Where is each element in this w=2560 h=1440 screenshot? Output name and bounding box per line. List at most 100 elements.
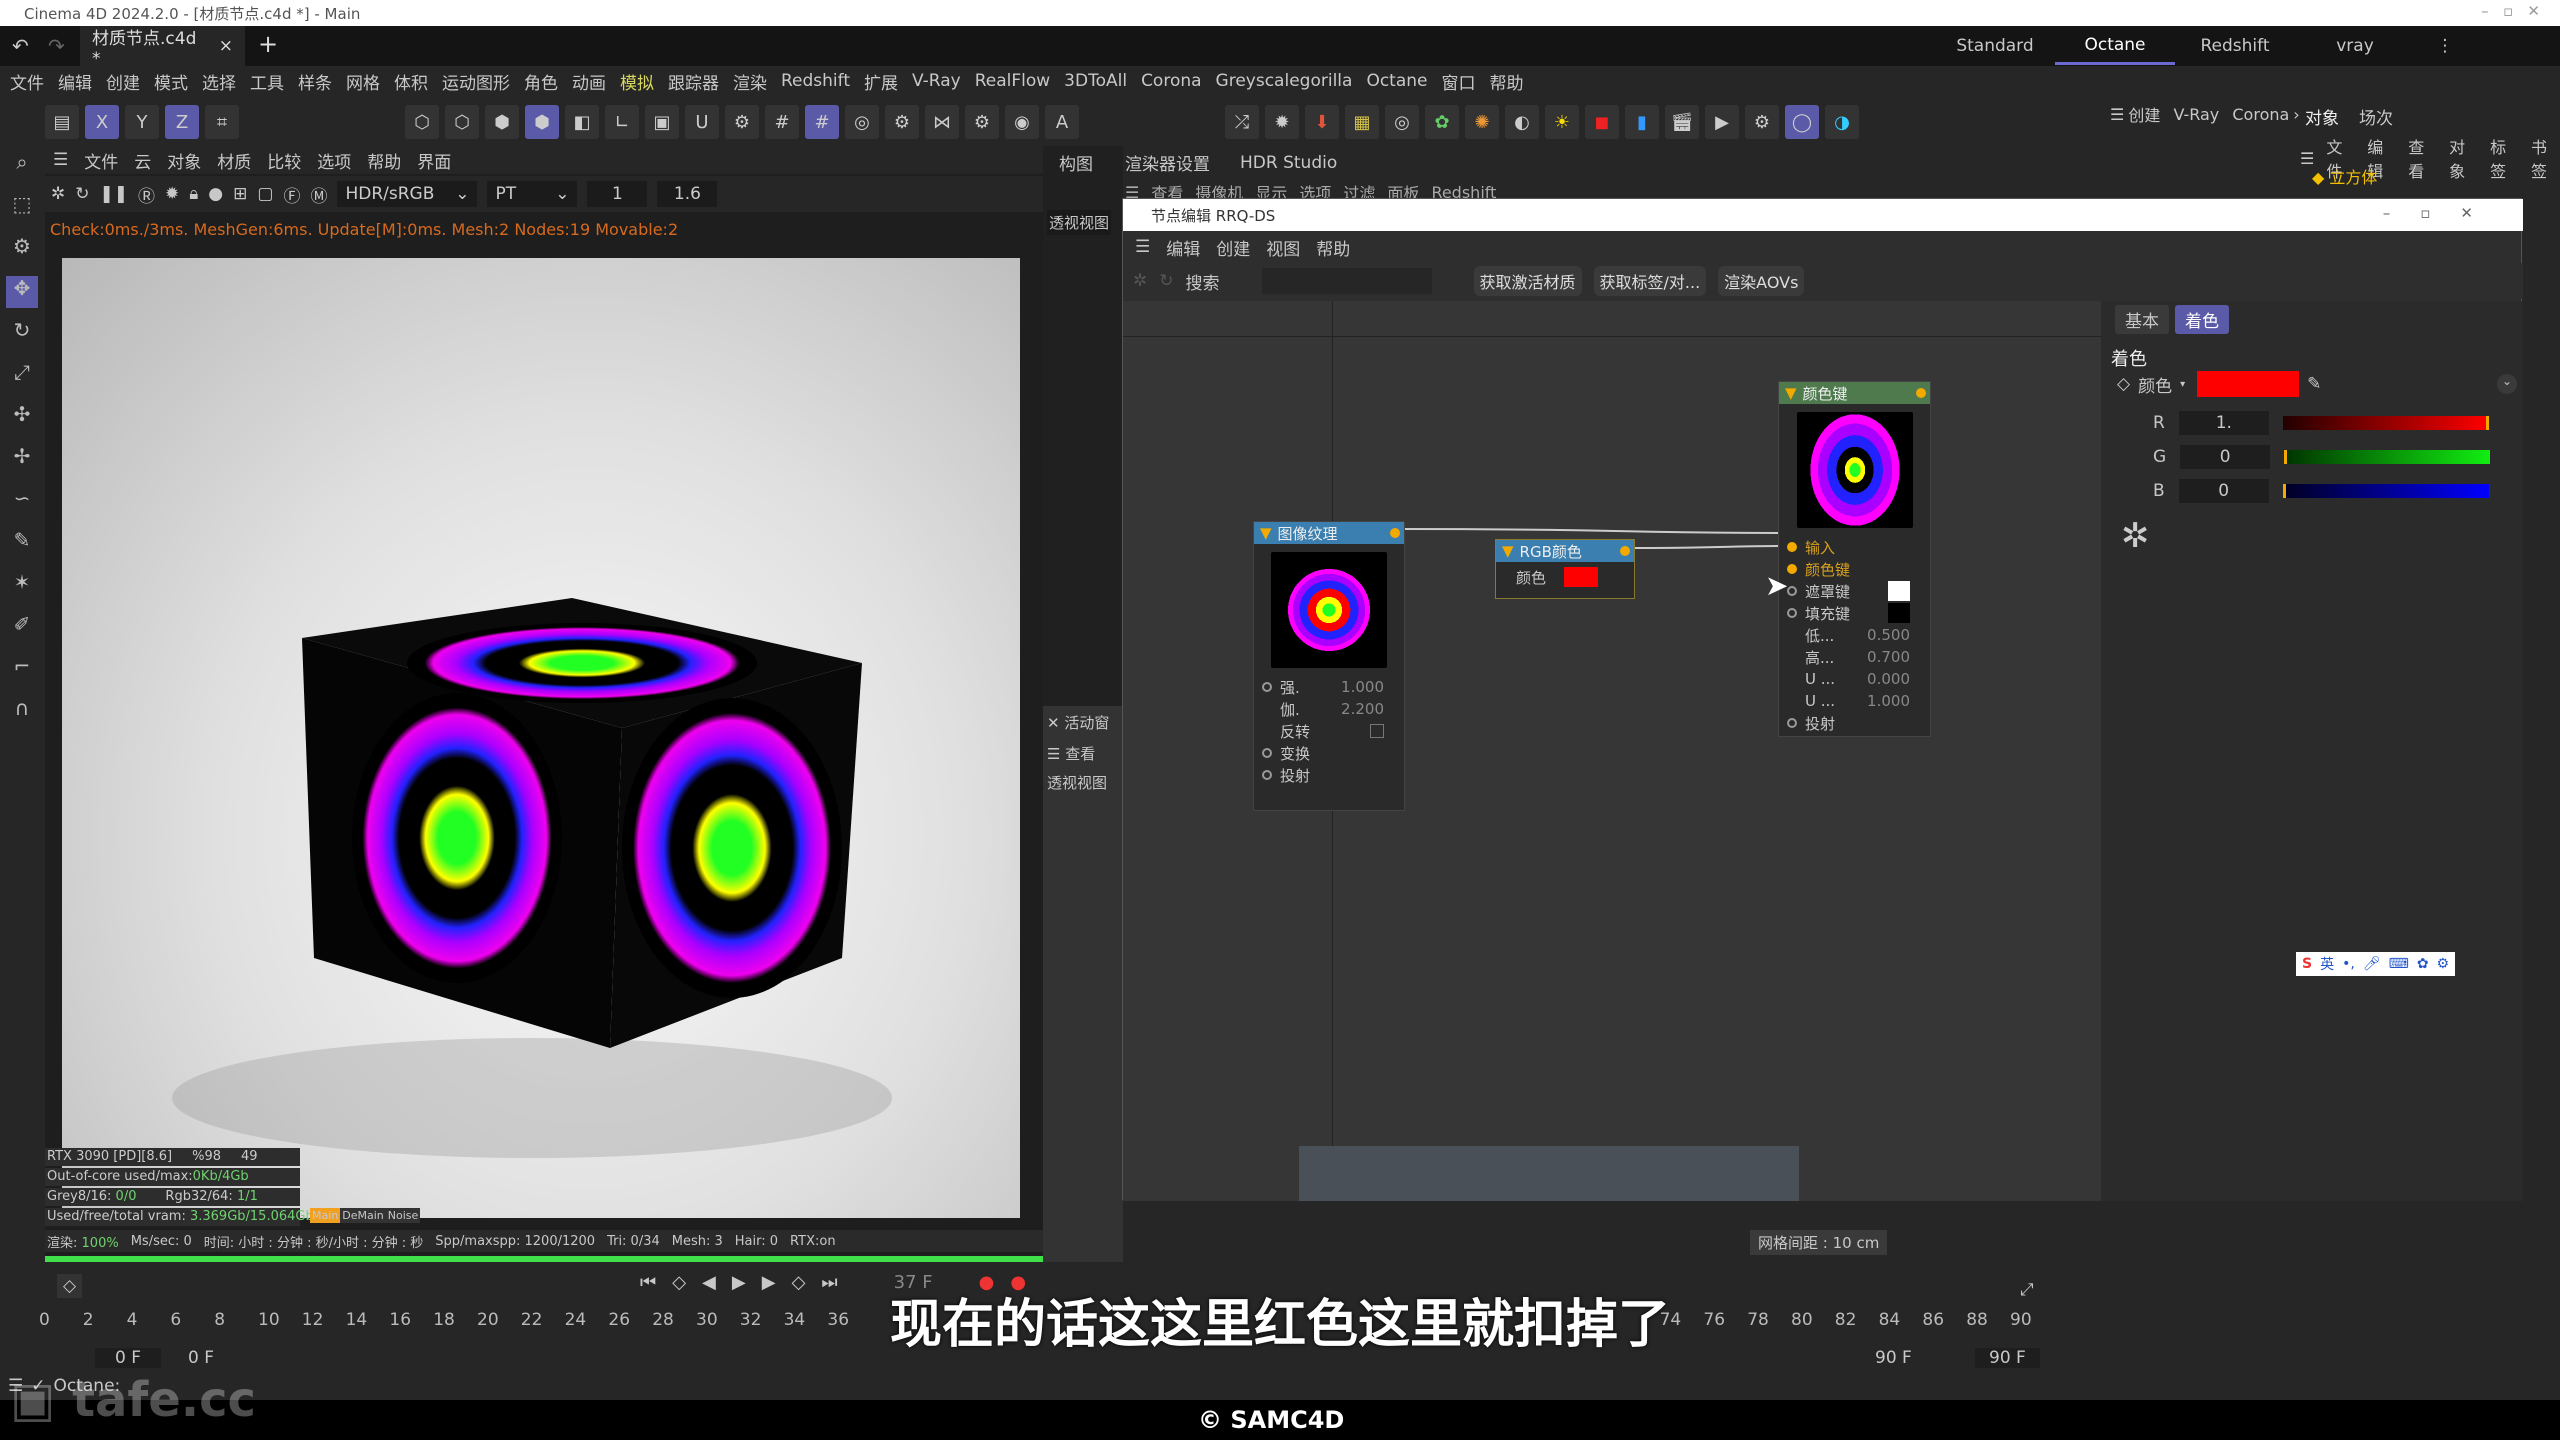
settings-icon[interactable]: ⚙	[6, 234, 38, 266]
buffer-tab-demain[interactable]: DeMain	[340, 1208, 386, 1223]
node-param-row[interactable]: 伽. 2.200	[1254, 698, 1404, 720]
r-slider[interactable]	[2282, 416, 2489, 430]
viewer-menu-item[interactable]: 界面	[417, 148, 451, 173]
menu-item[interactable]: 3DToAll	[1064, 71, 1127, 91]
kernel-select[interactable]: PT ⌄	[487, 181, 578, 207]
viewer-menu-item[interactable]: 云	[134, 148, 151, 173]
add-icon[interactable]: ⊞	[233, 184, 247, 204]
node-param-row[interactable]: 颜色键	[1779, 558, 1930, 580]
octane-fire-icon[interactable]: ✺	[1465, 105, 1499, 139]
layout-tab-redshift[interactable]: Redshift	[2175, 36, 2295, 56]
grid-icon[interactable]: #	[765, 105, 799, 139]
input-port[interactable]	[1787, 542, 1797, 552]
b-field[interactable]: 0	[2178, 479, 2269, 503]
menu-item[interactable]: 编辑	[58, 69, 92, 94]
menu-create[interactable]: 创建	[2128, 102, 2160, 126]
coordinate-system-icon[interactable]: ⌗	[205, 105, 239, 139]
menu-corona[interactable]: Corona	[2232, 105, 2289, 124]
menu-item[interactable]: V-Ray	[912, 71, 961, 91]
node-param-row[interactable]: 变换	[1254, 742, 1404, 764]
send-scene-icon[interactable]: ✲	[51, 184, 65, 204]
node-menu-item[interactable]: 编辑	[1166, 235, 1200, 260]
menu-item[interactable]: Greyscalegorilla	[1216, 71, 1353, 91]
octane-spotlight-icon[interactable]: ◐	[1505, 105, 1539, 139]
eyedropper-icon[interactable]: ✎	[2307, 374, 2321, 394]
param-value[interactable]: 1.000	[1341, 678, 1404, 696]
object-menu-item[interactable]: 对象	[2449, 134, 2478, 182]
pause-icon[interactable]: ❚❚	[100, 184, 129, 204]
key-swatch[interactable]	[1888, 603, 1910, 623]
restart-icon[interactable]: ↻	[75, 184, 89, 204]
node-editor-window-controls[interactable]: –▫✕	[2383, 204, 2503, 222]
key-swatch[interactable]	[1888, 581, 1910, 601]
tab-objects[interactable]: 对象	[2305, 104, 2339, 129]
octane-live-viewer-icon[interactable]: ◯	[1785, 105, 1819, 139]
param-value[interactable]: 2.200	[1341, 700, 1404, 718]
preview-start-frame[interactable]: 0 F	[188, 1348, 214, 1368]
octane-drop-icon[interactable]: ⬇	[1305, 105, 1339, 139]
symmetry-settings-icon[interactable]: ⚙	[965, 105, 999, 139]
rotate-icon[interactable]: ↻	[6, 318, 38, 350]
node-param-row[interactable]: U ... 1.000	[1779, 690, 1930, 712]
layout-tab-octane[interactable]: Octane	[2055, 28, 2175, 65]
collapse-icon[interactable]: ▼	[1502, 542, 1514, 560]
texture-icon[interactable]: ▣	[645, 105, 679, 139]
viewer-menu-item[interactable]: 文件	[84, 148, 118, 173]
view-icon[interactable]: ◉	[1005, 105, 1039, 139]
hamburger-icon[interactable]: ☰	[53, 150, 68, 170]
preview-end-frame[interactable]: 90 F	[1875, 1348, 1912, 1368]
tab-takes[interactable]: 场次	[2359, 104, 2393, 129]
snap-icon[interactable]: U	[685, 105, 719, 139]
search-icon[interactable]: ⌕	[6, 150, 38, 182]
expand-icon[interactable]: ⌄	[2497, 374, 2517, 394]
node-rgb-color[interactable]: ▼ RGB颜色 颜色	[1495, 539, 1635, 599]
node-param-row[interactable]: 投射	[1779, 712, 1930, 734]
octane-logo-icon[interactable]: ◑	[1825, 105, 1859, 139]
node-canvas[interactable]: ▼ 图像纹理 强. 1.000 伽. 2.200 反转 变换 投射 ▼ RGB颜色 颜色 ▼ 颜色…	[1123, 301, 2284, 1201]
viewer-menu-item[interactable]: 比较	[267, 148, 301, 173]
more-icon[interactable]: ⋮	[2415, 36, 2475, 56]
menu-item[interactable]: 模拟	[620, 69, 654, 94]
tab-render-settings[interactable]: 渲染器设置	[1125, 150, 1210, 175]
buffer-tab-noise[interactable]: Noise	[385, 1208, 421, 1223]
pen-icon[interactable]: ✎	[6, 528, 38, 560]
octane-target-icon[interactable]: ◎	[1385, 105, 1419, 139]
buffer-tab-main[interactable]: Main	[310, 1208, 341, 1223]
node-menu-item[interactable]: 创建	[1216, 235, 1250, 260]
sphere-icon[interactable]: ●	[208, 184, 223, 204]
output-port[interactable]	[1916, 388, 1926, 398]
move-icon[interactable]: ✥	[6, 276, 38, 308]
document-tab[interactable]: 材质节点.c4d * ×	[80, 26, 245, 69]
node-param-row[interactable]: 填充键	[1779, 602, 1930, 624]
end-frame[interactable]: 90 F	[1975, 1348, 2040, 1368]
undo-icon[interactable]: ↶	[12, 34, 29, 58]
menu-item[interactable]: 动画	[572, 69, 606, 94]
input-port[interactable]	[1787, 586, 1797, 596]
input-port[interactable]	[1262, 748, 1272, 758]
octane-settings-icon[interactable]: ✹	[1265, 105, 1299, 139]
layout-tab-standard[interactable]: Standard	[1935, 36, 2055, 56]
spline-icon[interactable]: ∽	[6, 486, 38, 518]
axis-icon[interactable]: ∟	[605, 105, 639, 139]
octane-shuffle-icon[interactable]: ⤮	[1225, 105, 1259, 139]
input-port[interactable]	[1787, 564, 1797, 574]
brush-icon[interactable]: ✐	[6, 612, 38, 644]
menu-item[interactable]: Redshift	[781, 71, 850, 91]
octane-camera-icon[interactable]: ◼	[1585, 105, 1619, 139]
object-menu-item[interactable]: 书签	[2531, 134, 2560, 182]
collapse-icon[interactable]: ▼	[1785, 384, 1797, 402]
param-value[interactable]: 1.000	[1867, 692, 1930, 710]
redo-icon[interactable]: ↷	[48, 34, 65, 58]
search-input[interactable]	[1261, 268, 1432, 294]
octane-scatter-icon[interactable]: ✿	[1425, 105, 1459, 139]
get-tag-object-button[interactable]: 获取标签/对...	[1593, 266, 1707, 296]
layout-tab-vray[interactable]: vray	[2295, 36, 2415, 56]
menu-vray[interactable]: V-Ray	[2173, 105, 2219, 124]
input-port[interactable]	[1262, 770, 1272, 780]
menu-item[interactable]: 工具	[250, 69, 284, 94]
get-active-material-button[interactable]: 获取激活材质	[1473, 266, 1582, 296]
r-field[interactable]: 1.	[2178, 411, 2269, 435]
paint-icon[interactable]: ✶	[6, 570, 38, 602]
menu-item[interactable]: Octane	[1366, 71, 1427, 91]
menu-item[interactable]: 渲染	[733, 69, 767, 94]
